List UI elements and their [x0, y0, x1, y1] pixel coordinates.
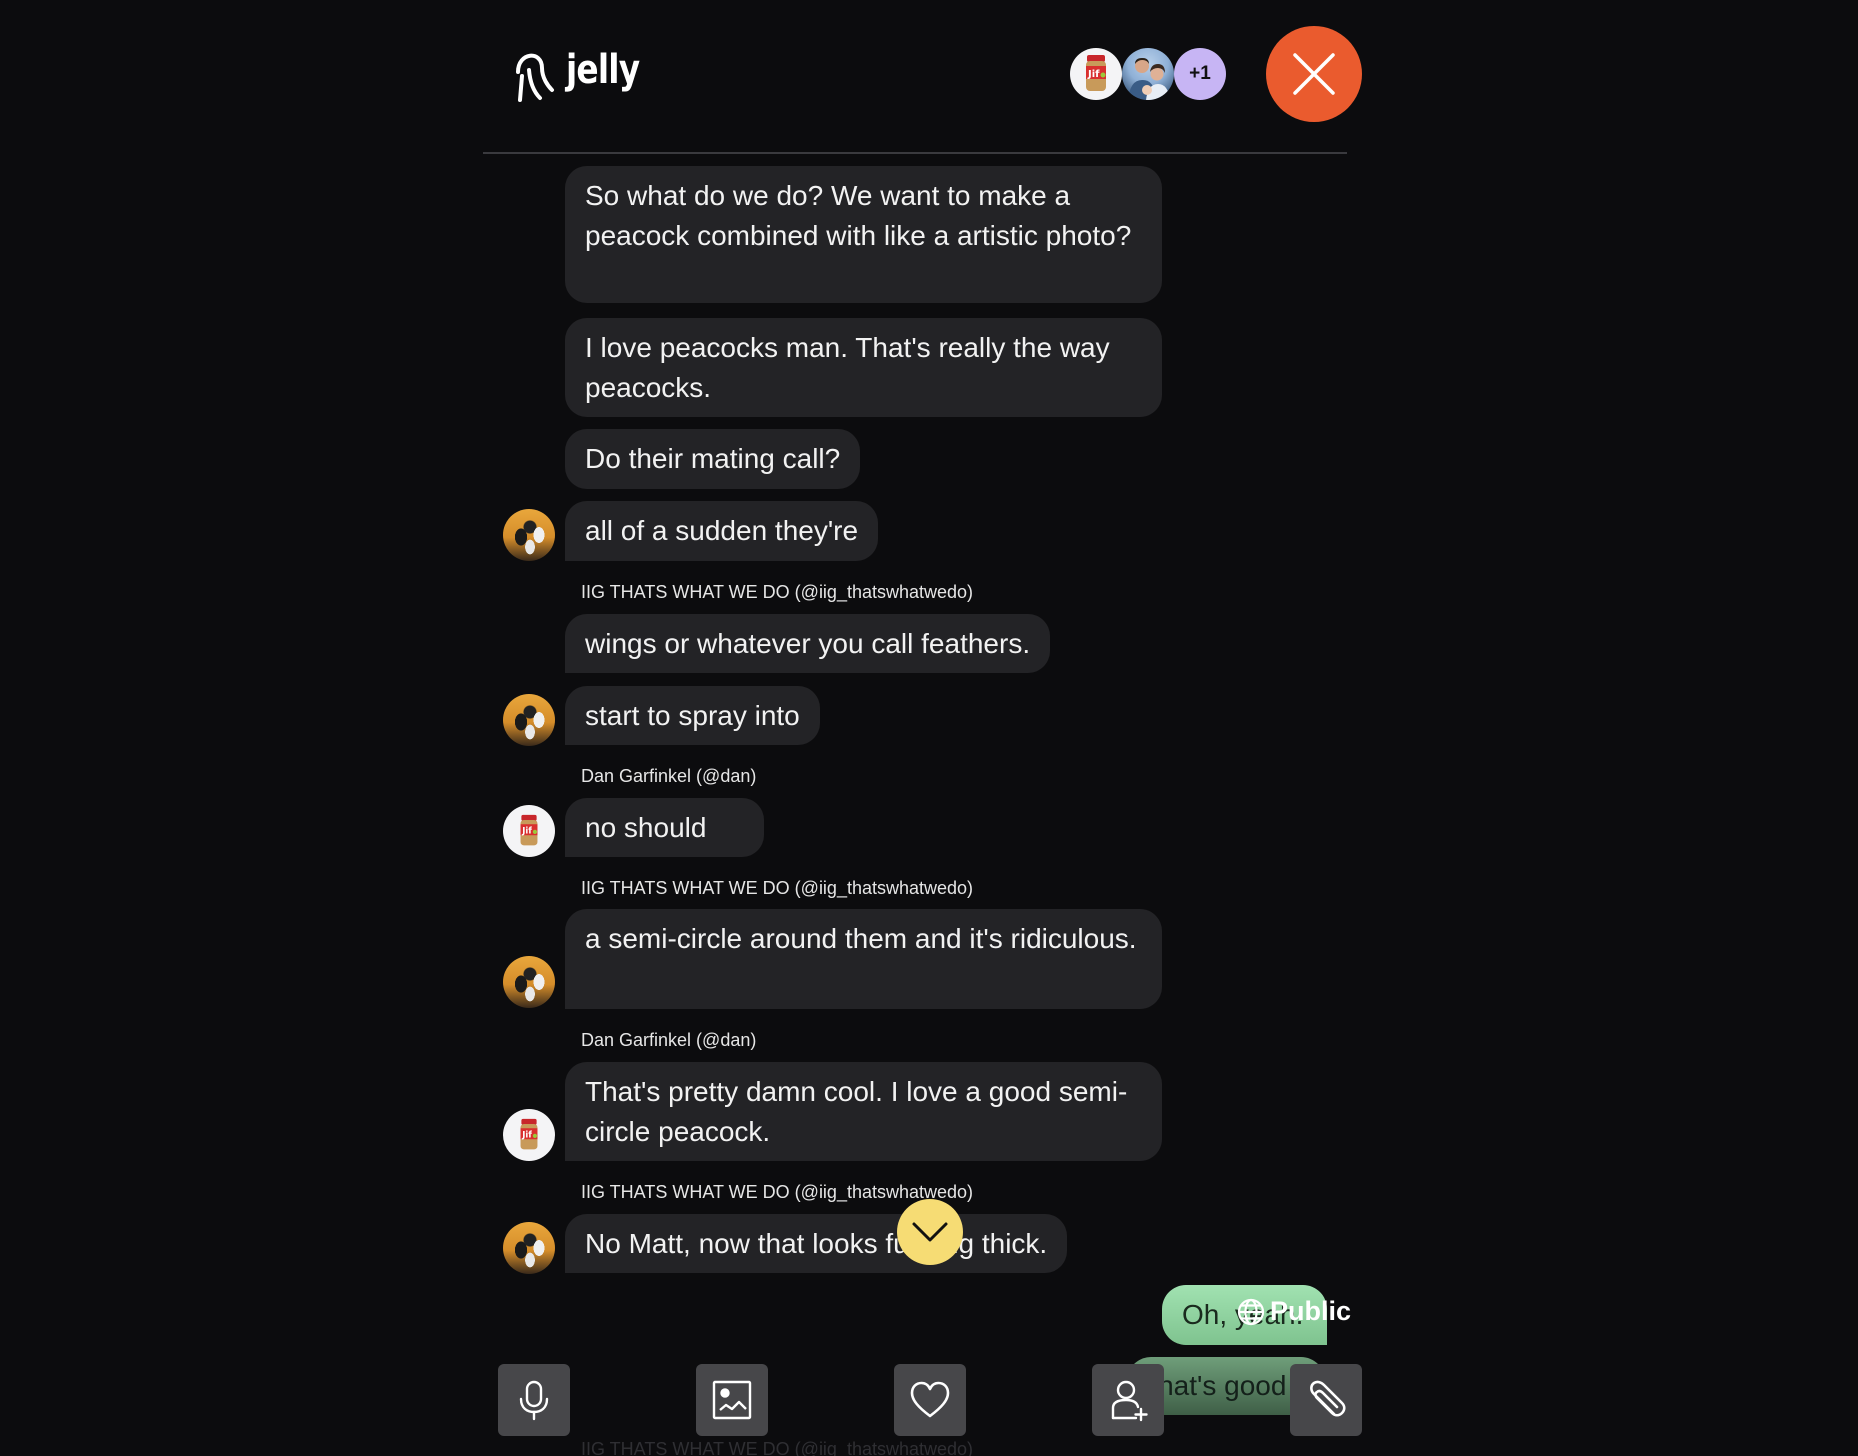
- heart-button[interactable]: [894, 1364, 966, 1436]
- sender-avatar-iig[interactable]: [503, 956, 555, 1008]
- chevron-down-icon: [912, 1222, 948, 1242]
- jif-jar-icon: Jif: [520, 1118, 538, 1150]
- add-person-button[interactable]: [1092, 1364, 1164, 1436]
- svg-text:Jif: Jif: [1087, 69, 1100, 80]
- sender-avatar-dan[interactable]: Jif: [503, 805, 555, 857]
- participants-group[interactable]: Jif +1: [1070, 48, 1226, 100]
- paperclip-icon: [1310, 1380, 1346, 1417]
- message-bubble: Do their mating call?: [565, 429, 861, 489]
- message-bubble: So what do we do? We want to make a peac…: [565, 166, 1162, 303]
- family-photo-icon: [1128, 58, 1170, 100]
- image-icon: [712, 1380, 752, 1420]
- sender-name: IIG THATS WHAT WE DO (@iig_thatswhatwedo…: [581, 582, 974, 602]
- jellyfish-icon: [516, 53, 554, 102]
- sender-name: Dan Garfinkel (@dan): [581, 1030, 757, 1050]
- visibility-label: Public: [1270, 1296, 1352, 1326]
- sender-name-preview: IIG THATS WHAT WE DO (@iig_thatswhatwedo…: [581, 1439, 974, 1456]
- microphone-button[interactable]: [498, 1364, 570, 1436]
- svg-text:Jif: Jif: [521, 1130, 532, 1140]
- header-divider: [483, 152, 1347, 154]
- microphone-icon: [519, 1380, 549, 1421]
- heart-icon: [910, 1381, 950, 1418]
- close-button[interactable]: [1266, 26, 1362, 122]
- add-person-icon: [1111, 1380, 1148, 1422]
- globe-icon: [1237, 1298, 1265, 1325]
- jelly-logo: jelly: [512, 46, 655, 102]
- attachment-button[interactable]: [1290, 1364, 1362, 1436]
- sender-name: Dan Garfinkel (@dan): [581, 766, 757, 786]
- message-bubble: start to spray into: [565, 686, 820, 745]
- jif-jar-icon: Jif: [1086, 55, 1106, 91]
- message-bubble: wings or whatever you call feathers.: [565, 614, 1051, 673]
- app-name: jelly: [566, 47, 640, 93]
- chat-screen: jelly Jif +1 So what do we do? We want t…: [0, 0, 1858, 1456]
- close-icon: [1293, 53, 1335, 95]
- more-participants-badge[interactable]: +1: [1174, 48, 1226, 100]
- sender-name: IIG THATS WHAT WE DO (@iig_thatswhatwedo…: [581, 1182, 974, 1202]
- scroll-to-bottom-button[interactable]: [897, 1199, 963, 1265]
- message-bubble: No Matt, now that looks fucking thick.: [565, 1214, 1068, 1273]
- image-button[interactable]: [696, 1364, 768, 1436]
- message-bubble: That's pretty damn cool. I love a good s…: [565, 1062, 1162, 1161]
- message-bubble: all of a sudden they're: [565, 501, 879, 561]
- sender-avatar-iig[interactable]: [503, 694, 555, 746]
- participant-avatar-dan[interactable]: Jif: [1070, 48, 1122, 100]
- jif-jar-icon: Jif: [520, 814, 538, 846]
- sender-name: IIG THATS WHAT WE DO (@iig_thatswhatwedo…: [581, 878, 974, 898]
- message-bubble: I love peacocks man. That's really the w…: [565, 318, 1162, 417]
- message-bubble: a semi-circle around them and it's ridic…: [565, 909, 1162, 1009]
- svg-text:Jif: Jif: [521, 826, 532, 836]
- sender-avatar-dan[interactable]: Jif: [503, 1109, 555, 1161]
- sender-avatar-iig[interactable]: [503, 1222, 555, 1274]
- visibility-toggle[interactable]: Public: [1236, 1296, 1351, 1327]
- message-bubble: no should: [565, 798, 765, 857]
- sender-avatar-iig[interactable]: [503, 509, 555, 561]
- participant-avatar-family[interactable]: [1122, 48, 1174, 100]
